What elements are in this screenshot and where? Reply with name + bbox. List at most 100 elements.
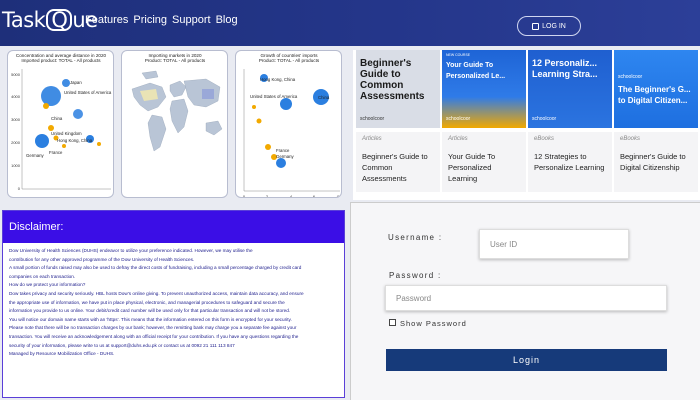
disclaimer-line: Dow University of Health Sciences (DUHS)…	[9, 248, 253, 253]
nav-pricing[interactable]: Pricing	[133, 14, 167, 26]
disclaimer-heading: Disclaimer:	[3, 211, 344, 243]
world-map-chart: Importing markets in 2020 Product: TOTAL…	[131, 53, 223, 152]
bubble-japan	[62, 79, 70, 87]
chart-concentration-panel: Concentration and average distance in 20…	[7, 50, 114, 198]
bubble-mexico	[43, 103, 49, 109]
concentration-scatter-chart: Concentration and average distance in 20…	[11, 53, 112, 191]
label-uk: United Kingdom	[51, 131, 82, 136]
chart1-subtitle: Imported product: TOTAL - All products	[21, 58, 101, 63]
x-tick: 8	[337, 194, 340, 198]
blog-card[interactable]: Beginner's Guide to Common Assessments s…	[356, 50, 440, 200]
map-continents	[131, 70, 223, 152]
bubble-usa	[280, 98, 292, 110]
y-tick: 2000	[11, 140, 21, 145]
blog-resources-section: Beginner's Guide to Common Assessments s…	[353, 50, 700, 200]
bubble-china	[73, 109, 83, 119]
bubble-germany	[35, 134, 49, 148]
show-password-label[interactable]: Show Password	[400, 319, 467, 328]
chart-importing-markets-panel: Importing markets in 2020 Product: TOTAL…	[121, 50, 228, 198]
label-france: France	[276, 148, 290, 153]
blog-card-meta: eBooks Beginner's Guide to Digital Citiz…	[614, 132, 698, 192]
disclaimer-line: You will notice our domain name starts w…	[9, 316, 292, 322]
y-tick: 4000	[11, 94, 21, 99]
x-tick: 6	[313, 194, 316, 198]
label-hongkong: Hong Kong, China	[260, 77, 296, 82]
blog-card-meta: Articles Your Guide To Personalized Lear…	[442, 132, 526, 192]
chart3-subtitle: Product: TOTAL - All products	[259, 58, 320, 63]
show-password-checkbox[interactable]	[389, 319, 396, 326]
y-tick: 3000	[11, 117, 21, 122]
disclaimer-body: Dow University of Health Sciences (DUHS)…	[3, 243, 344, 363]
login-icon	[532, 22, 540, 30]
chart-growth-panel: Growth of countries' imports Product: TO…	[235, 50, 342, 198]
blog-card-image: Beginner's Guide to Common Assessments s…	[356, 50, 440, 128]
disclaimer-line: the appropriate use of information, we h…	[9, 299, 285, 305]
nav-features[interactable]: Features	[85, 14, 128, 26]
label-china: China	[51, 116, 63, 121]
disclaimer-line: Dow takes privacy and security seriously…	[9, 290, 304, 296]
label-hongkong: Hong Kong, China	[57, 138, 93, 143]
taskque-logo[interactable]: Task Que	[2, 8, 98, 32]
label-usa: United States of America	[64, 90, 112, 95]
chart2-subtitle: Product: TOTAL - All products	[145, 58, 206, 63]
blog-category: eBooks	[534, 136, 555, 142]
bubble-mexico	[252, 105, 256, 109]
blog-category: Articles	[448, 136, 468, 142]
blog-card[interactable]: schoolcoor The Beginner's G... to Digita…	[614, 50, 698, 200]
bubble-other	[62, 144, 66, 148]
label-france: France	[49, 150, 63, 155]
bubble-germany	[276, 158, 286, 168]
main-nav: Features Pricing Support Blog	[85, 14, 238, 26]
disclaimer-line: security of your information, please wri…	[9, 342, 235, 348]
growth-scatter-chart: Growth of countries' imports Product: TO…	[243, 53, 340, 198]
y-tick: 5000	[11, 72, 21, 77]
bubble-canada	[256, 118, 262, 124]
blog-card-image: schoolcoor The Beginner's G... to Digita…	[614, 50, 698, 128]
blog-category: eBooks	[620, 136, 641, 142]
login-submit-button[interactable]: Login	[386, 349, 667, 371]
nav-blog[interactable]: Blog	[216, 14, 238, 26]
username-label: Username :	[388, 233, 443, 242]
bubble-korea	[97, 142, 101, 146]
bubble-usa	[41, 86, 61, 106]
disclaimer-line: A small portion of funds raised may also…	[9, 265, 302, 271]
y-tick: 0	[18, 186, 21, 191]
disclaimer-line: How do we protect your information?	[9, 282, 86, 288]
x-tick: 0	[243, 194, 246, 198]
x-tick: 4	[290, 194, 293, 198]
label-china: China	[318, 95, 330, 100]
blog-card[interactable]: NEW COURSE Your Guide To Personalized Le…	[442, 50, 526, 200]
blog-category: Articles	[362, 136, 382, 142]
login-panel: Username : User ID Password : Password S…	[350, 202, 700, 400]
disclaimer-line: companies on each transaction.	[9, 273, 76, 279]
blog-card-meta: eBooks 12 Strategies to Personalize Lear…	[528, 132, 612, 192]
label-japan: Japan	[70, 80, 82, 85]
blog-card-image: 12 Personaliz... Learning Stra... school…	[528, 50, 612, 128]
blog-title[interactable]: Beginner's Guide to Digital Citizenship	[620, 151, 692, 173]
disclaimer-panel: Disclaimer: Dow University of Health Sci…	[2, 210, 345, 398]
y-tick: 1000	[11, 163, 21, 168]
blog-card-image: NEW COURSE Your Guide To Personalized Le…	[442, 50, 526, 128]
disclaimer-line: Please note that there will be no transa…	[9, 325, 297, 331]
password-label: Password :	[389, 271, 442, 280]
label-germany: Germany	[276, 154, 295, 159]
top-header: Task Que Features Pricing Support Blog LO…	[0, 0, 700, 46]
nav-support[interactable]: Support	[172, 14, 211, 26]
label-usa: United States of America	[250, 94, 298, 99]
disclaimer-line: Managed by Resource Mobilization Office …	[9, 351, 115, 357]
blog-title[interactable]: Your Guide To Personalized Learning	[448, 151, 520, 184]
label-germany: Germany	[26, 153, 45, 158]
blog-card-meta: Articles Beginner's Guide to Common Asse…	[356, 132, 440, 192]
username-field[interactable]: User ID	[479, 229, 629, 259]
map-highlight-china	[202, 89, 214, 99]
password-field[interactable]: Password	[385, 285, 667, 311]
disclaimer-line: transaction. You will receive an acknowl…	[9, 333, 299, 339]
disclaimer-line: contribution for any other approved prog…	[9, 256, 195, 262]
disclaimer-line: information you provide to us online. Yo…	[9, 308, 291, 314]
blog-title[interactable]: 12 Strategies to Personalize Learning	[534, 151, 606, 173]
x-tick: 2	[266, 194, 269, 198]
bubble-uk	[265, 144, 271, 150]
blog-title[interactable]: Beginner's Guide to Common Assessments	[362, 151, 434, 184]
blog-card[interactable]: 12 Personaliz... Learning Stra... school…	[528, 50, 612, 200]
header-login-button[interactable]: LOG IN	[517, 16, 581, 36]
